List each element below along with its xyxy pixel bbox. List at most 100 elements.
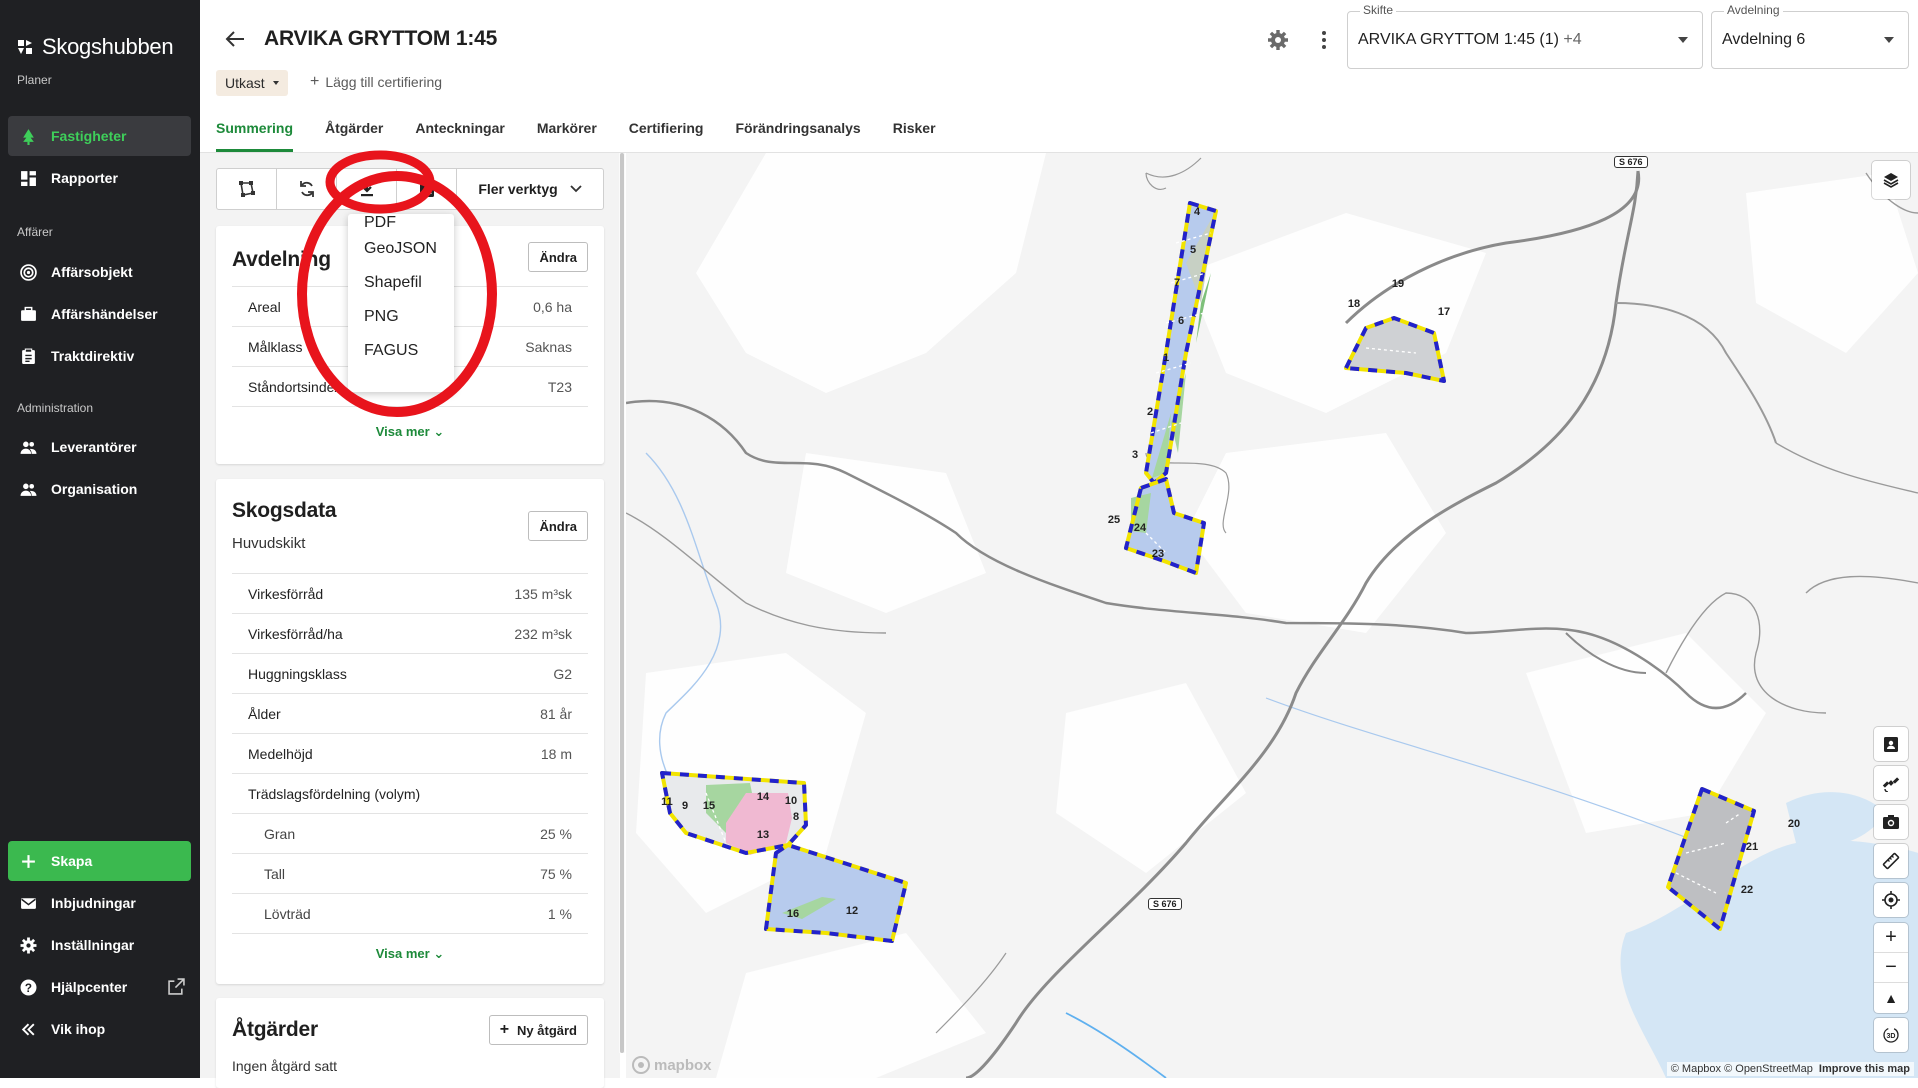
dashboard-icon [21, 170, 36, 186]
more-vertical-icon[interactable] [1312, 28, 1336, 52]
chevron-down-icon [570, 185, 582, 193]
menu-item-png[interactable]: PNG [348, 300, 454, 334]
mapbox-logo[interactable]: mapbox [632, 1056, 712, 1074]
sync-button[interactable] [277, 169, 337, 209]
sidebar-item-inbjudningar[interactable]: Inbjudningar [8, 883, 191, 923]
stand-number-20: 20 [1788, 818, 1800, 830]
new-action-button[interactable]: + Ny åtgärd [488, 1015, 588, 1045]
tab-anteckningar[interactable]: Anteckningar [415, 112, 504, 152]
tab-forandringsanalys[interactable]: Förändringsanalys [735, 112, 860, 152]
edit-geometry-button[interactable] [217, 169, 277, 209]
row-key: Tall [264, 865, 286, 882]
row-value: 25 % [540, 825, 572, 842]
row-value: 18 m [540, 745, 572, 762]
stand-number-14: 14 [757, 791, 770, 803]
menu-item-geojson[interactable]: GeoJSON [348, 232, 454, 266]
panel-scrollbar[interactable] [619, 153, 625, 1053]
skifte-select[interactable]: Skifte ARVIKA GRYTTOM 1:45 (1) +4 [1347, 3, 1703, 69]
skogsdata-edit-button[interactable]: Ändra [528, 511, 588, 541]
sidebar-item-rapporter[interactable]: Rapporter [8, 158, 191, 198]
menu-item-shapefil[interactable]: Shapefil [348, 266, 454, 300]
more-tools-dropdown[interactable]: Fler verktyg [457, 169, 603, 209]
row-divider [232, 933, 588, 934]
sidebar-item-label: Hjälpcenter [51, 979, 128, 995]
app-logo[interactable]: Skogshubben [16, 34, 174, 60]
add-certification-link[interactable]: + Lägg till certifiering [310, 73, 442, 91]
table-row: Trädslagsfördelning (volym) [232, 773, 588, 813]
menu-item-label: GeoJSON [364, 240, 437, 257]
map-canvas[interactable]: 4 5 7 6 1 2 3 25 24 23 19 18 17 20 21 22… [626, 153, 1918, 1078]
sidebar-item-leverantorer[interactable]: Leverantörer [8, 427, 191, 467]
map-view[interactable]: 4 5 7 6 1 2 3 25 24 23 19 18 17 20 21 22… [626, 153, 1918, 1078]
tab-risker[interactable]: Risker [893, 112, 936, 152]
table-row: Lövträd 1 % [232, 893, 588, 933]
satellite-button[interactable] [1874, 766, 1908, 800]
sidebar-item-vik-ihop[interactable]: Vik ihop [8, 1009, 191, 1049]
table-row: Gran 25 % [232, 813, 588, 853]
skifte-value-text: ARVIKA GRYTTOM 1:45 (1) [1358, 31, 1559, 48]
download-icon [360, 182, 373, 197]
row-key: Huggningsklass [248, 665, 347, 682]
measure-button[interactable] [1874, 844, 1908, 878]
sidebar-item-installningar[interactable]: Inställningar [8, 925, 191, 965]
create-button[interactable]: Skapa [8, 841, 191, 881]
page-title: ARVIKA GRYTTOM 1:45 [264, 27, 498, 50]
screenshot-button[interactable] [1874, 805, 1908, 839]
sidebar-item-organisation[interactable]: Organisation [8, 469, 191, 509]
scrollbar-thumb[interactable] [620, 153, 624, 1053]
tab-summering[interactable]: Summering [216, 112, 294, 152]
sidebar-item-traktdirektiv[interactable]: Traktdirektiv [8, 336, 191, 376]
sidebar-item-affarshandelser[interactable]: Affärshändelser [8, 294, 191, 334]
locate-button[interactable] [1874, 883, 1908, 917]
table-row: Medelhöjd 18 m [232, 733, 588, 773]
tools-toolbar: Fler verktyg [216, 168, 604, 210]
people-icon [20, 483, 37, 496]
download-button[interactable] [337, 169, 397, 209]
sidebar-item-label: Fastigheter [51, 128, 127, 144]
sidebar-item-hjalpcenter[interactable]: ? Hjälpcenter [8, 967, 191, 1007]
clipboard-icon [22, 348, 35, 364]
tab-markorer[interactable]: Markörer [537, 112, 597, 152]
skogsdata-show-more[interactable]: Visa mer ⌄ [216, 946, 604, 962]
attribution-text[interactable]: © Mapbox © OpenStreetMap [1671, 1063, 1813, 1075]
sidebar-item-fastigheter[interactable]: Fastigheter [8, 116, 191, 156]
sidebar: Skogshubben Planer Fastigheter Rapporter… [0, 0, 200, 1078]
sidebar-item-label: Organisation [51, 481, 138, 497]
briefcase-icon [21, 306, 36, 321]
section-label-administration: Administration [17, 401, 94, 415]
stand-number-17: 17 [1438, 306, 1450, 318]
menu-item-pdf[interactable]: PDF [348, 214, 454, 232]
tab-atgarder[interactable]: Åtgärder [325, 112, 383, 152]
zoom-out-button[interactable]: − [1874, 953, 1908, 983]
status-dropdown[interactable]: Utkast [216, 70, 288, 96]
avdelning-select[interactable]: Avdelning Avdelning 6 [1711, 3, 1909, 69]
tab-certifiering[interactable]: Certifiering [629, 112, 704, 152]
gear-icon [20, 937, 37, 953]
satellite-icon [1882, 777, 1900, 792]
avdelning-edit-button[interactable]: Ändra [528, 242, 588, 272]
settings-gear-icon[interactable] [1266, 28, 1290, 52]
back-arrow-icon[interactable] [224, 28, 246, 50]
compass-button[interactable]: ▲ [1874, 983, 1908, 1013]
download-format-menu: PDF GeoJSON Shapefil PNG FAGUS [348, 214, 454, 392]
sidebar-item-affarsobjekt[interactable]: Affärsobjekt [8, 252, 191, 292]
tab-bar: Summering Åtgärder Anteckningar Markörer… [216, 112, 968, 152]
menu-item-label: PNG [364, 308, 399, 325]
help-icon: ? [20, 979, 37, 995]
improve-map-link[interactable]: Improve this map [1819, 1063, 1910, 1075]
skogsdata-card-title: Skogsdata [232, 499, 337, 522]
row-value: 1 % [547, 905, 572, 922]
3d-button[interactable]: 3D [1874, 1018, 1908, 1052]
zoom-controls: + − ▲ [1874, 923, 1908, 1013]
contact-card-button[interactable] [397, 169, 457, 209]
menu-item-fagus[interactable]: FAGUS [348, 334, 454, 368]
contact-map-button[interactable] [1874, 727, 1908, 761]
svg-text:?: ? [25, 981, 32, 994]
stand-number-9: 9 [682, 800, 688, 812]
layers-button[interactable] [1872, 161, 1910, 199]
zoom-in-button[interactable]: + [1874, 923, 1908, 953]
mapbox-logo-icon [632, 1056, 650, 1074]
avdelning-value: Avdelning 6 [1722, 31, 1806, 48]
menu-item-label: PDF [364, 214, 396, 231]
avdelning-show-more[interactable]: Visa mer ⌄ [216, 424, 604, 440]
